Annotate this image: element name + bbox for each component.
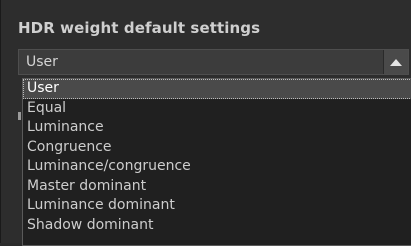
combobox-value: User	[26, 54, 58, 70]
hdr-weight-combobox[interactable]: User	[18, 49, 409, 75]
hdr-weight-dropdown-list[interactable]: User Equal Luminance Congruence Luminanc…	[22, 78, 411, 246]
dropdown-option-luminance-congruence[interactable]: Luminance/congruence	[23, 157, 411, 177]
dropdown-option-equal[interactable]: Equal	[23, 99, 411, 119]
underlying-control-fragment	[18, 112, 21, 120]
dropdown-option-luminance[interactable]: Luminance	[23, 118, 411, 138]
dropdown-option-user[interactable]: User	[23, 79, 411, 99]
up-arrow-icon	[390, 58, 402, 66]
panel-title: HDR weight default settings	[18, 19, 261, 37]
dropdown-option-luminance-dominant[interactable]: Luminance dominant	[23, 196, 411, 216]
dropdown-option-master-dominant[interactable]: Master dominant	[23, 177, 411, 197]
hdr-weight-panel: HDR weight default settings User User Eq…	[0, 0, 411, 246]
dropdown-option-congruence[interactable]: Congruence	[23, 138, 411, 158]
dropdown-option-shadow-dominant[interactable]: Shadow dominant	[23, 216, 411, 236]
combobox-toggle-button[interactable]	[383, 50, 408, 74]
